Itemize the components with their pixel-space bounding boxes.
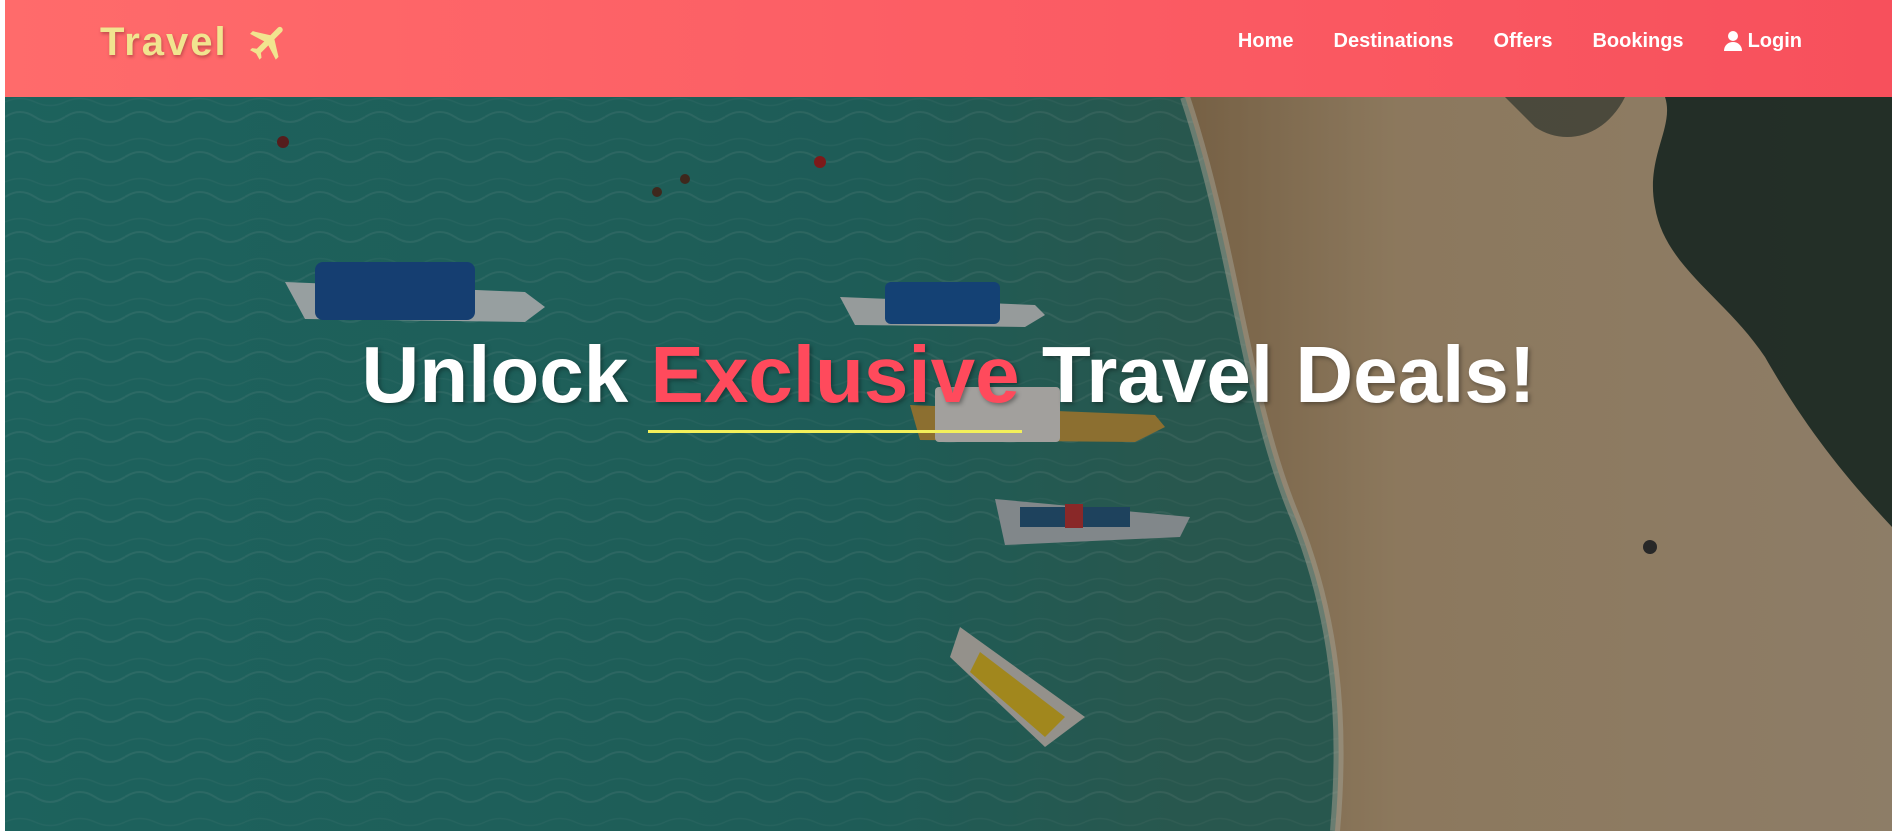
user-icon (1723, 31, 1742, 51)
page: Travel Home Destinations Offers Bookings… (5, 0, 1892, 831)
navbar: Travel Home Destinations Offers Bookings… (5, 0, 1892, 97)
nav-menu: Home Destinations Offers Bookings Login (1198, 0, 1802, 82)
airplane-icon (249, 26, 283, 60)
headline-lead: Unlock (361, 330, 651, 419)
nav-bookings[interactable]: Bookings (1592, 30, 1683, 53)
brand-logo[interactable]: Travel (100, 18, 292, 66)
nav-login[interactable]: Login (1723, 29, 1802, 53)
hero-section: Unlock Exclusive Travel Deals! (5, 97, 1892, 831)
nav-login-label: Login (1747, 29, 1802, 52)
nav-offers[interactable]: Offers (1494, 30, 1553, 53)
headline-tail: Travel Deals! (1019, 330, 1536, 419)
nav-home[interactable]: Home (1238, 30, 1294, 53)
brand-name: Travel (100, 19, 228, 64)
nav-destinations[interactable]: Destinations (1334, 30, 1454, 53)
hero-overlay (5, 97, 1892, 831)
headline-accent: Exclusive (648, 330, 1022, 433)
hero-headline: Unlock Exclusive Travel Deals! (5, 329, 1892, 433)
